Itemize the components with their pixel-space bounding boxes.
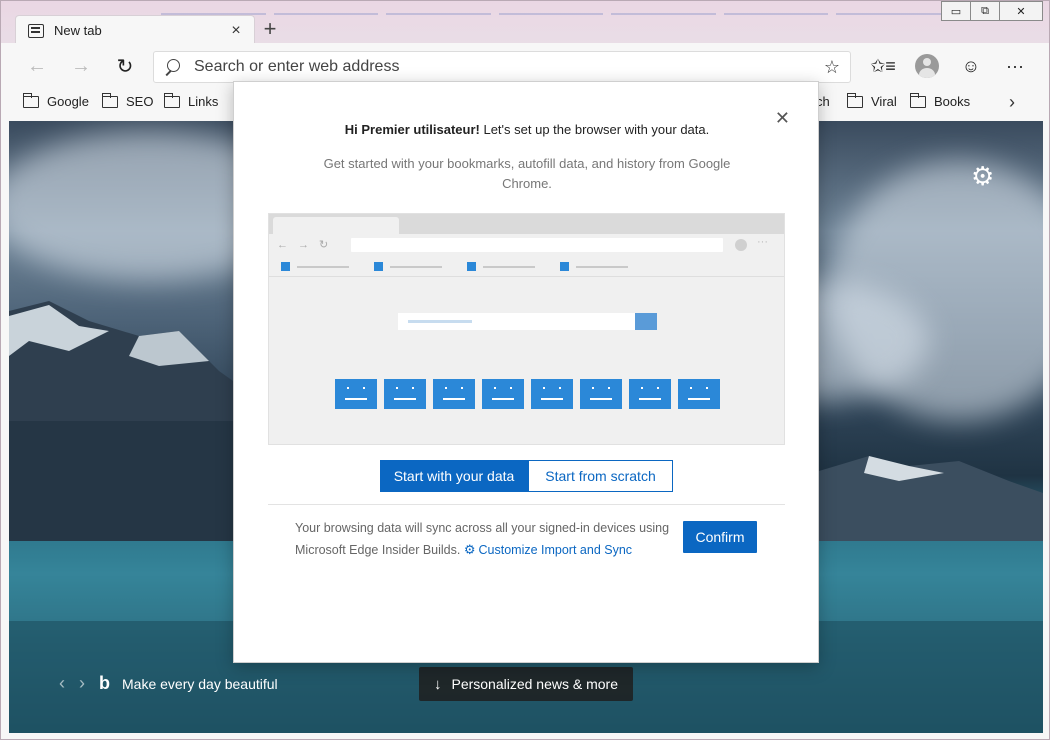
- preview-search-box: [398, 313, 636, 330]
- toolbar-actions: ✩≡ ☺ ···: [861, 47, 1037, 85]
- bookmark-folder-viral[interactable]: Viral: [847, 92, 897, 109]
- forward-button[interactable]: →: [59, 44, 103, 88]
- browser-preview-illustration: ←→↻ ···: [268, 213, 785, 445]
- favorite-star-icon[interactable]: ☆: [824, 57, 840, 78]
- preview-tile: [335, 379, 377, 409]
- address-bar[interactable]: ☆: [153, 51, 851, 83]
- greeting-bold: Hi Premier utilisateur!: [344, 122, 480, 137]
- preview-tile: [678, 379, 720, 409]
- tab-close-icon[interactable]: ×: [228, 22, 244, 40]
- customize-link-label: Customize Import and Sync: [478, 543, 633, 557]
- avatar-icon: [915, 54, 939, 78]
- bookmark-label: Books: [934, 94, 971, 109]
- preview-tile: [433, 379, 475, 409]
- arrow-left-icon: ←: [27, 54, 47, 77]
- title-bar: New tab × + ▭ ⧉ ✕: [1, 1, 1049, 45]
- preview-tile: [580, 379, 622, 409]
- background-info-bar: ‹ › b Make every day beautiful: [59, 673, 278, 694]
- feedback-button[interactable]: ☺: [949, 47, 993, 85]
- newtab-page-icon: [28, 23, 44, 38]
- bookmarks-overflow-chevron-icon[interactable]: ›: [1009, 92, 1015, 113]
- folder-icon: [102, 92, 118, 108]
- bookmark-folder-seo[interactable]: SEO: [102, 92, 154, 109]
- preview-favorite: [374, 262, 442, 272]
- preview-more-icon: ···: [757, 236, 768, 248]
- preview-favorite: [560, 262, 628, 272]
- tab-title: New tab: [54, 23, 102, 38]
- more-menu-button[interactable]: ···: [993, 47, 1037, 85]
- window-controls: ▭ ⧉ ✕: [941, 1, 1043, 21]
- bookmark-label: Links: [188, 94, 219, 109]
- profile-button[interactable]: [905, 47, 949, 85]
- arrow-down-icon: ↓: [433, 675, 442, 693]
- previous-image-chevron-icon[interactable]: ‹: [59, 673, 65, 694]
- dialog-headline: Hi Premier utilisateur! Let's set up the…: [234, 122, 820, 137]
- bookmark-label: SEO: [126, 94, 154, 109]
- page-settings-gear-icon[interactable]: ⚙: [971, 161, 994, 192]
- folder-icon: [23, 92, 39, 108]
- smiley-icon: ☺: [961, 55, 981, 76]
- browser-window: New tab × + ▭ ⧉ ✕ ← → ↻ ☆ ✩≡ ☺ ···: [0, 0, 1050, 740]
- search-icon: [164, 59, 180, 75]
- favorites-list-icon: ✩≡: [870, 55, 896, 76]
- preview-favorite: [281, 262, 349, 272]
- preview-tile: [482, 379, 524, 409]
- preview-tab: [273, 217, 399, 234]
- preview-address-bar: [351, 238, 723, 252]
- preview-divider: [269, 276, 784, 277]
- bookmark-folder-links[interactable]: Links: [164, 92, 219, 109]
- tagline-text: Make every day beautiful: [122, 675, 278, 692]
- import-setup-dialog: ✕ Hi Premier utilisateur! Let's set up t…: [233, 81, 819, 663]
- bookmark-label: Google: [47, 94, 89, 109]
- preview-favorite: [467, 262, 535, 272]
- personalized-news-button[interactable]: ↓ Personalized news & more: [419, 667, 633, 701]
- dialog-divider: [268, 504, 785, 505]
- news-button-label: Personalized news & more: [451, 676, 619, 692]
- gear-icon: ⚙: [463, 542, 476, 557]
- start-from-scratch-button[interactable]: Start from scratch: [528, 460, 673, 492]
- folder-icon: [164, 92, 180, 108]
- favorites-button[interactable]: ✩≡: [861, 47, 905, 85]
- ellipsis-icon: ···: [1006, 55, 1024, 76]
- tab-new-tab[interactable]: New tab ×: [15, 15, 255, 45]
- dialog-subtitle: Get started with your bookmarks, autofil…: [323, 156, 731, 191]
- folder-icon: [847, 92, 863, 108]
- bookmark-label: Viral: [871, 94, 897, 109]
- new-tab-button[interactable]: +: [257, 17, 283, 43]
- address-input[interactable]: [194, 58, 824, 76]
- preview-avatar: [735, 239, 747, 251]
- customize-import-sync-link[interactable]: ⚙ Customize Import and Sync: [463, 542, 633, 557]
- next-image-chevron-icon[interactable]: ›: [79, 673, 85, 694]
- minimize-button[interactable]: ▭: [941, 1, 971, 21]
- setup-option-toggle: Start with your data Start from scratch: [380, 460, 673, 492]
- bookmark-folder-books[interactable]: Books: [910, 92, 971, 109]
- greeting-rest: Let's set up the browser with your data.: [479, 122, 710, 137]
- start-with-data-button[interactable]: Start with your data: [380, 460, 528, 492]
- preview-search-button: [635, 313, 657, 330]
- arrow-right-icon: →: [71, 54, 91, 77]
- refresh-icon: ↻: [116, 55, 134, 78]
- preview-tiles: [335, 379, 720, 409]
- preview-tile: [384, 379, 426, 409]
- sync-description: Your browsing data will sync across all …: [295, 518, 675, 561]
- preview-tile: [629, 379, 671, 409]
- preview-tile: [531, 379, 573, 409]
- bing-logo-icon[interactable]: b: [99, 673, 110, 694]
- preview-nav-icons: ←→↻: [277, 239, 339, 251]
- close-window-button[interactable]: ✕: [999, 1, 1043, 21]
- folder-icon: [910, 92, 926, 108]
- maximize-button[interactable]: ⧉: [970, 1, 1000, 21]
- bookmark-folder-google[interactable]: Google: [23, 92, 89, 109]
- refresh-button[interactable]: ↻: [103, 44, 147, 88]
- background-tabs: [161, 1, 942, 15]
- back-button[interactable]: ←: [15, 44, 59, 88]
- confirm-button[interactable]: Confirm: [683, 521, 757, 553]
